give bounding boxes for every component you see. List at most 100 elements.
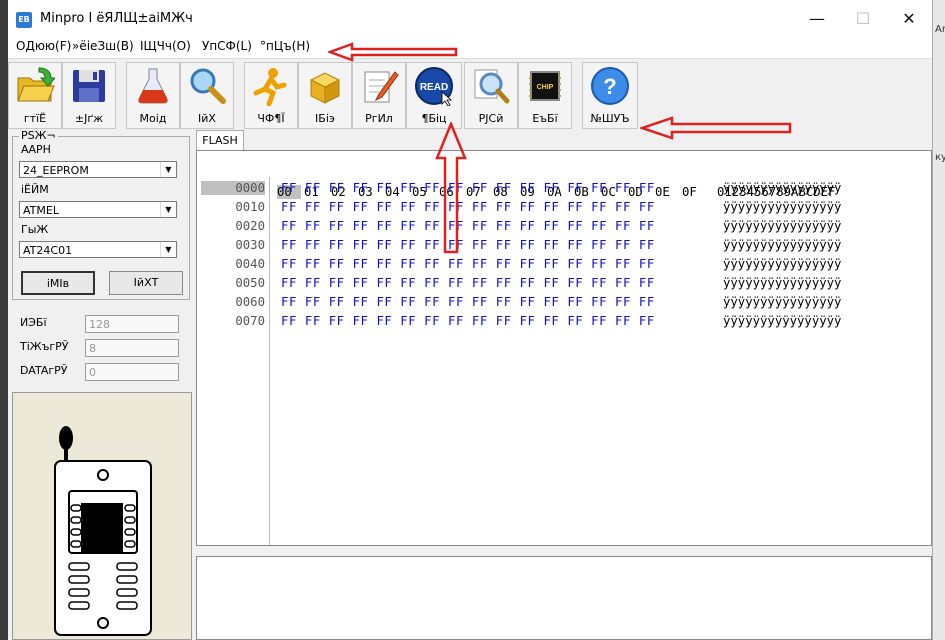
chip-select-panel: РЅЖ¬ ААРН 24_EEPROM ▼ іЁЙМ ATMEL ▼ ГыЖ A… bbox=[10, 129, 192, 640]
help-button[interactable]: ? №ШУЪ bbox=[582, 62, 638, 129]
hex-row-bytes[interactable]: FF FF FF FF FF FF FF FF FF FF FF FF FF F… bbox=[281, 238, 655, 252]
chevron-down-icon[interactable]: ▼ bbox=[160, 162, 176, 177]
hex-column-label: 0E bbox=[655, 185, 670, 199]
hex-row-ascii[interactable]: ÿÿÿÿÿÿÿÿÿÿÿÿÿÿÿÿ bbox=[723, 257, 841, 271]
app-icon: EB bbox=[16, 12, 32, 28]
chip-select-group: РЅЖ¬ ААРН 24_EEPROM ▼ іЁЙМ ATMEL ▼ ГыЖ A… bbox=[12, 129, 190, 300]
select-chip-button[interactable]: іМІв bbox=[21, 271, 95, 295]
hex-row-ascii[interactable]: ÿÿÿÿÿÿÿÿÿÿÿÿÿÿÿÿ bbox=[723, 200, 841, 214]
hex-row-ascii[interactable]: ÿÿÿÿÿÿÿÿÿÿÿÿÿÿÿÿ bbox=[723, 219, 841, 233]
row-address: 0010 bbox=[235, 200, 265, 214]
save-floppy-icon bbox=[73, 70, 105, 102]
help-icon: ? bbox=[591, 67, 629, 105]
magnifier-icon bbox=[190, 68, 226, 104]
maker-label: іЁЙМ bbox=[21, 183, 49, 196]
hex-row-ascii[interactable]: ÿÿÿÿÿÿÿÿÿÿÿÿÿÿÿÿ bbox=[723, 295, 841, 309]
menu-edit[interactable]: »ёіеЗш(B) bbox=[72, 39, 134, 53]
hex-column-label: 0F bbox=[682, 185, 697, 199]
menu-operate[interactable]: ІЩЧч(O) bbox=[140, 39, 191, 53]
svg-text:CHIP: CHIP bbox=[537, 84, 554, 91]
menu-bar: ОДюю(F) »ёіеЗш(B) ІЩЧч(O) УпСФ(L) °пЦъ(H… bbox=[8, 36, 932, 58]
runner-icon bbox=[253, 68, 287, 106]
row-address: 0040 bbox=[235, 257, 265, 271]
chip-button[interactable]: CHIP ЕъБї bbox=[518, 62, 572, 129]
model-value: AT24C01 bbox=[23, 244, 73, 257]
tab-flash[interactable]: FLASH bbox=[196, 130, 244, 151]
hex-row-ascii[interactable]: ÿÿÿÿÿÿÿÿÿÿÿÿÿÿÿÿ bbox=[723, 238, 841, 252]
verify-button[interactable]: РЈСй bbox=[464, 62, 518, 129]
minimize-button[interactable]: — bbox=[794, 4, 840, 34]
open-button-label: гтїЁ bbox=[23, 112, 47, 125]
group-title: РЅЖ¬ bbox=[19, 129, 58, 142]
zif-socket-icon bbox=[54, 426, 152, 636]
erase-button[interactable]: ІБіэ bbox=[298, 62, 352, 129]
log-panel bbox=[196, 556, 932, 640]
model-label: ГыЖ bbox=[21, 223, 49, 236]
chevron-down-icon[interactable]: ▼ bbox=[160, 202, 176, 217]
hex-row-ascii[interactable]: ÿÿÿÿÿÿÿÿÿÿÿÿÿÿÿÿ bbox=[723, 276, 841, 290]
auto-button-label: ЧФ¶Ї bbox=[257, 112, 285, 125]
menu-help[interactable]: °пЦъ(H) bbox=[260, 39, 310, 53]
row-address: 0060 bbox=[235, 295, 265, 309]
hex-row-bytes[interactable]: FF FF FF FF FF FF FF FF FF FF FF FF FF F… bbox=[281, 276, 655, 290]
save-button[interactable]: ±Јґж bbox=[62, 62, 116, 129]
app-window: EB Minpro I ёЯЛЩ±аіМЖч — ☐ ✕ ОДюю(F) »ёі… bbox=[8, 0, 932, 640]
hex-row-bytes[interactable]: FF FF FF FF FF FF FF FF FF FF FF FF FF F… bbox=[281, 200, 655, 214]
page-size-field: 8 bbox=[85, 339, 179, 357]
data-size-label: DATAгРЎ bbox=[20, 364, 68, 377]
hex-row-bytes[interactable]: FF FF FF FF FF FF FF FF FF FF FF FF FF F… bbox=[281, 314, 655, 328]
read-button-icon: READ bbox=[415, 67, 453, 106]
toolbar: гтїЁ ±Јґж Моід ІйХ ЧФ¶Ї ІБіэ РгИл READ ¶… bbox=[8, 58, 932, 131]
read-button[interactable]: READ ¶Біц bbox=[406, 62, 462, 129]
pencil-paper-icon bbox=[364, 71, 399, 103]
chip-button-label: ЕъБї bbox=[532, 112, 558, 125]
test-button[interactable]: Моід bbox=[126, 62, 180, 129]
hex-row-bytes[interactable]: FF FF FF FF FF FF FF FF FF FF FF FF FF F… bbox=[281, 257, 655, 271]
background-text: ку bbox=[935, 152, 945, 163]
maker-select[interactable]: ATMEL ▼ bbox=[19, 201, 177, 218]
address-column: 0000 0010 0020 0030 0040 0050 0060 0070 bbox=[197, 177, 270, 545]
model-select[interactable]: AT24C01 ▼ bbox=[19, 241, 177, 258]
capacity-field: 128 bbox=[85, 315, 179, 333]
type-select[interactable]: 24_EEPROM ▼ bbox=[19, 161, 177, 178]
buffer-tabs: FLASH bbox=[196, 130, 932, 151]
hex-row-ascii[interactable]: ÿÿÿÿÿÿÿÿÿÿÿÿÿÿÿÿ bbox=[723, 181, 841, 195]
background-desktop-left bbox=[0, 0, 8, 640]
chip-icon: CHIP bbox=[529, 71, 561, 101]
type-label: ААРН bbox=[21, 143, 51, 156]
capacity-label: ИЭБї bbox=[20, 316, 47, 329]
flask-icon bbox=[138, 68, 168, 104]
auto-button[interactable]: ЧФ¶Ї bbox=[244, 62, 298, 129]
verify-magnifier-icon bbox=[474, 69, 510, 104]
close-button[interactable]: ✕ bbox=[886, 4, 932, 34]
maximize-button[interactable]: ☐ bbox=[840, 4, 886, 34]
maker-value: ATMEL bbox=[23, 204, 59, 217]
help-button-label: №ШУЪ bbox=[590, 112, 630, 125]
hex-row-bytes[interactable]: FF FF FF FF FF FF FF FF FF FF FF FF FF F… bbox=[281, 219, 655, 233]
menu-file[interactable]: ОДюю(F) bbox=[16, 39, 71, 53]
check-button-label: ІйХ bbox=[198, 112, 216, 125]
hex-editor[interactable]: 00 01 02 03 04 05 06 07 08 09 0A 0B 0C 0D 0E 0F 01234567… bbox=[196, 150, 932, 546]
check-button[interactable]: ІйХ bbox=[180, 62, 234, 129]
title-bar: EB Minpro I ёЯЛЩ±аіМЖч — ☐ ✕ bbox=[8, 0, 932, 36]
write-button[interactable]: РгИл bbox=[352, 62, 406, 129]
save-button-label: ±Јґж bbox=[74, 112, 104, 125]
detect-chip-button[interactable]: ІйХТ bbox=[109, 271, 183, 295]
verify-button-label: РЈСй bbox=[478, 112, 504, 125]
svg-text:?: ? bbox=[603, 74, 616, 99]
row-address: 0050 bbox=[235, 276, 265, 290]
hex-row-bytes[interactable]: FF FF FF FF FF FF FF FF FF FF FF FF FF F… bbox=[281, 181, 655, 195]
type-value: 24_EEPROM bbox=[23, 164, 89, 177]
background-window-right: Arr ку bbox=[932, 0, 945, 640]
svg-text:READ: READ bbox=[420, 82, 448, 93]
row-address: 0020 bbox=[235, 219, 265, 233]
menu-language[interactable]: УпСФ(L) bbox=[202, 39, 252, 53]
box-icon bbox=[309, 72, 341, 104]
write-button-label: РгИл bbox=[365, 112, 393, 125]
open-folder-icon bbox=[17, 67, 55, 102]
chevron-down-icon[interactable]: ▼ bbox=[160, 242, 176, 257]
hex-row-ascii[interactable]: ÿÿÿÿÿÿÿÿÿÿÿÿÿÿÿÿ bbox=[723, 314, 841, 328]
hex-row-bytes[interactable]: FF FF FF FF FF FF FF FF FF FF FF FF FF F… bbox=[281, 295, 655, 309]
row-address: 0000 bbox=[201, 181, 265, 195]
open-button[interactable]: гтїЁ bbox=[8, 62, 62, 129]
